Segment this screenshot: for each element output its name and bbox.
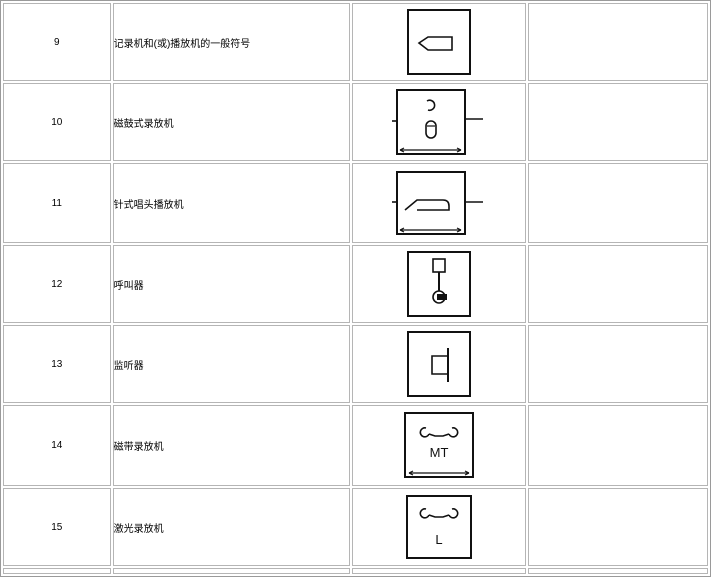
row-name: 磁带录放机 bbox=[112, 405, 350, 486]
row-note bbox=[527, 245, 708, 323]
partial-cell bbox=[3, 568, 111, 574]
symbol-cell: MT bbox=[351, 405, 526, 486]
partial-cell bbox=[351, 568, 526, 574]
partial-cell bbox=[112, 568, 350, 574]
laser-recorder-symbol-icon: L bbox=[405, 495, 472, 559]
table-row: 11 针式唱头播放机 bbox=[3, 163, 708, 243]
symbol-cell bbox=[351, 163, 526, 243]
row-number: 12 bbox=[3, 245, 111, 323]
symbol-cell: L bbox=[351, 488, 526, 566]
symbol-table: 9 记录机和(或)播放机的一般符号 10 磁鼓式录放机 11 针式唱头播放机 1… bbox=[0, 0, 711, 577]
needle-pickup-player-symbol-icon bbox=[391, 171, 483, 235]
row-note bbox=[527, 83, 708, 161]
symbol-cell bbox=[351, 325, 526, 403]
symbol-cell bbox=[351, 245, 526, 323]
table-row: 13 监听器 bbox=[3, 325, 708, 403]
symbol-label: MT bbox=[430, 445, 449, 460]
tape-recorder-general-symbol-icon bbox=[406, 9, 471, 75]
table-row: 10 磁鼓式录放机 bbox=[3, 83, 708, 161]
monitor-listener-symbol-icon bbox=[406, 331, 471, 397]
row-name: 记录机和(或)播放机的一般符号 bbox=[112, 3, 350, 81]
pager-symbol-icon bbox=[406, 251, 471, 317]
row-number: 11 bbox=[3, 163, 111, 243]
table-row: 12 呼叫器 bbox=[3, 245, 708, 323]
row-note bbox=[527, 3, 708, 81]
row-number: 10 bbox=[3, 83, 111, 161]
symbol-cell bbox=[351, 83, 526, 161]
symbol-label: L bbox=[435, 532, 442, 547]
row-note bbox=[527, 163, 708, 243]
row-name: 监听器 bbox=[112, 325, 350, 403]
symbol-cell bbox=[351, 3, 526, 81]
partial-cell bbox=[527, 568, 708, 574]
table-row: 14 磁带录放机 MT bbox=[3, 405, 708, 486]
row-name: 针式唱头播放机 bbox=[112, 163, 350, 243]
magnetic-tape-recorder-symbol-icon: MT bbox=[403, 411, 474, 478]
row-number: 13 bbox=[3, 325, 111, 403]
row-name: 呼叫器 bbox=[112, 245, 350, 323]
row-note bbox=[527, 488, 708, 566]
table-row: 9 记录机和(或)播放机的一般符号 bbox=[3, 3, 708, 81]
row-number: 9 bbox=[3, 3, 111, 81]
row-number: 15 bbox=[3, 488, 111, 566]
row-note bbox=[527, 405, 708, 486]
drum-recorder-symbol-icon bbox=[391, 89, 483, 155]
row-name: 激光录放机 bbox=[112, 488, 350, 566]
table-row: 15 激光录放机 L bbox=[3, 488, 708, 566]
row-number: 14 bbox=[3, 405, 111, 486]
row-name: 磁鼓式录放机 bbox=[112, 83, 350, 161]
table-row-partial bbox=[3, 568, 708, 574]
row-note bbox=[527, 325, 708, 403]
